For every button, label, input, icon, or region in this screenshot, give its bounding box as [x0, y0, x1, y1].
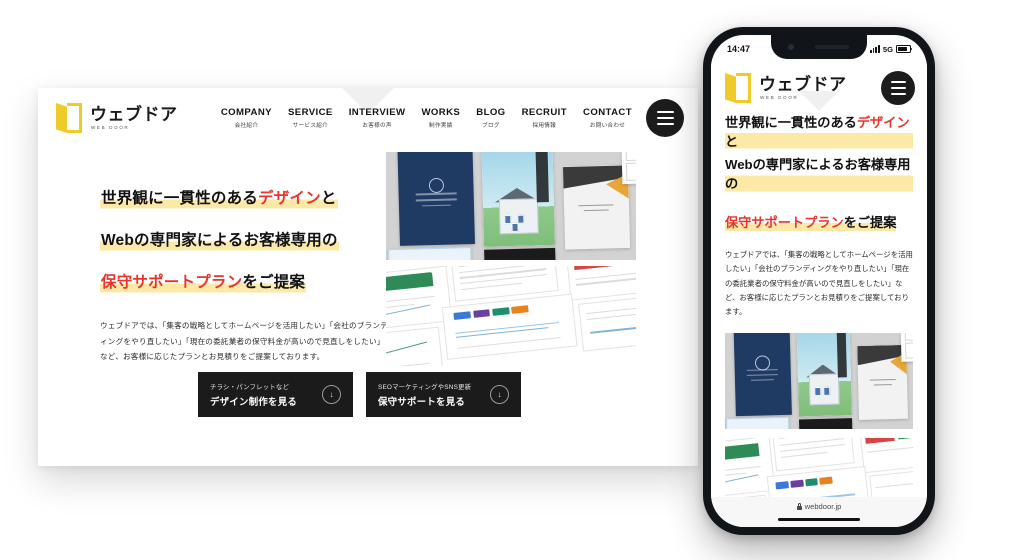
hero-text-block: 世界観に一貫性のあるデザインと Webの専門家によるお客様専用の 保守サポートプ…: [100, 174, 388, 365]
headline-text: と: [320, 190, 337, 207]
phone-notch: [771, 35, 867, 59]
headline-accent: 保守サポートプラン: [101, 274, 243, 291]
nav-item-contact[interactable]: CONTACT お問い合わせ: [583, 107, 632, 129]
mobile-page-content: ウェブドア WEB DOOR 世界観に一貫性のあるデザインと Webの専門家によ…: [711, 61, 927, 497]
hero-image-analytics: [386, 266, 636, 366]
hero-headline: 世界観に一貫性のあるデザインと Webの専門家によるお客様専用の 保守サポートプ…: [100, 174, 388, 300]
home-indicator[interactable]: [778, 518, 860, 522]
logo-brand-name: ウェブドア: [90, 104, 178, 124]
nav-label-en: CONTACT: [583, 107, 632, 118]
nav-label-en: COMPANY: [220, 107, 272, 118]
logo-tagline: WEB DOOR: [91, 124, 130, 130]
headline-line-3: 保守サポートプランをご提案: [725, 212, 897, 232]
network-type-label: 5G: [882, 44, 893, 54]
nav-item-blog[interactable]: BLOG ブログ: [476, 107, 505, 129]
nav-label-en: RECRUIT: [521, 107, 568, 118]
headline-text: をご提案: [843, 214, 897, 230]
nav-label-en: INTERVIEW: [348, 107, 406, 118]
screenshot-stage: ウェブドア WEB DOOR COMPANY 会社紹介 SERVICE サービス…: [0, 0, 1020, 560]
headline-text: 世界観に一貫性のある: [101, 190, 259, 207]
tote-bag-photo: [562, 165, 630, 251]
nav-label-jp: 採用情報: [532, 123, 557, 129]
nav-label-jp: サービス紹介: [292, 123, 329, 129]
headline-line-3: 保守サポートプランをご提案: [100, 272, 307, 294]
headline-line-1: 世界観に一貫性のあるデザインと: [725, 113, 913, 152]
nav-label-jp: ブログ: [482, 123, 500, 129]
door-logo-icon: [56, 103, 82, 133]
magazine-cover: [481, 152, 556, 247]
flyer-blue: [388, 247, 472, 260]
mobile-hero-paragraph: ウェブドアでは、「集客の戦略としてホームページを活用したい」「会社のブランディン…: [725, 249, 913, 317]
down-arrow-icon: ↓: [490, 385, 509, 404]
headline-line-2: Webの専門家によるお客様専用の: [725, 155, 913, 194]
door-logo-icon: [725, 73, 751, 103]
mobile-hero-headline: 世界観に一貫性のあるデザインと Webの専門家によるお客様専用の 保守サポートプ…: [725, 113, 913, 236]
cta-title: デザイン制作を見る: [210, 395, 298, 407]
address-bar[interactable]: webdoor.jp: [796, 502, 842, 511]
mobile-hamburger-menu-button[interactable]: [881, 71, 915, 105]
cta-design-production[interactable]: チラシ・パンフレットなど デザイン制作を見る ↓: [198, 372, 353, 417]
site-logo[interactable]: ウェブドア WEB DOOR: [56, 103, 178, 133]
headline-accent: 保守サポートプラン: [725, 214, 844, 230]
brochure-navy: [397, 152, 475, 247]
headline-line-2: Webの専門家によるお客様専用の: [100, 230, 339, 252]
earpiece-speaker-icon: [815, 45, 849, 49]
nav-item-service[interactable]: SERVICE サービス紹介: [288, 107, 333, 129]
headline-text: 世界観に一貫性のある: [725, 115, 857, 130]
status-time: 14:47: [727, 44, 751, 54]
headline-text: をご提案: [242, 274, 306, 291]
battery-icon: [896, 44, 913, 54]
cta-subtitle: チラシ・パンフレットなど: [210, 383, 290, 391]
hero-paragraph: ウェブドアでは、「集客の戦略としてホームページを活用したい」「会社のブランディン…: [100, 321, 388, 362]
nav-label-jp: 制作実績: [429, 123, 453, 129]
desktop-mockup: ウェブドア WEB DOOR COMPANY 会社紹介 SERVICE サービス…: [38, 88, 698, 466]
signal-bars-icon: [870, 45, 880, 53]
desktop-header: ウェブドア WEB DOOR COMPANY 会社紹介 SERVICE サービス…: [38, 88, 698, 148]
hamburger-menu-button[interactable]: [646, 99, 684, 137]
nav-label-en: WORKS: [421, 107, 461, 118]
nav-label-en: BLOG: [476, 107, 506, 118]
front-camera-icon: [788, 44, 794, 50]
headline-text: と: [725, 134, 739, 150]
phone-mockup: 14:47 5G ウェブドア WEB DOOR 世界観に一貫性のあるデザインと …: [703, 27, 935, 535]
mobile-image-print-collage: [725, 332, 913, 429]
nav-item-works[interactable]: WORKS 制作実績: [421, 107, 460, 129]
mobile-hero-text: 世界観に一貫性のあるデザインと Webの専門家によるお客様専用の 保守サポートプ…: [711, 105, 927, 320]
headline-accent: デザイン: [856, 115, 910, 130]
nav-item-interview[interactable]: INTERVIEW お客様の声: [349, 107, 406, 129]
headline-line-1: 世界観に一貫性のあるデザインと: [100, 188, 338, 210]
lock-icon: [796, 503, 802, 510]
mobile-header-notch-triangle: [799, 91, 839, 111]
cta-subtitle: SEOマーケティングやSNS更新: [378, 383, 472, 391]
nav-label-jp: お問い合わせ: [589, 123, 626, 129]
main-navigation: COMPANY 会社紹介 SERVICE サービス紹介 INTERVIEW お客…: [221, 107, 632, 129]
safari-bottom-bar: webdoor.jp: [711, 497, 927, 527]
phone-screen: 14:47 5G ウェブドア WEB DOOR 世界観に一貫性のあるデザインと …: [711, 35, 927, 527]
nav-label-jp: お客様の声: [362, 123, 392, 129]
cta-title: 保守サポートを見る: [378, 395, 466, 407]
down-arrow-icon: ↓: [322, 385, 341, 404]
icon-sheet: [620, 152, 636, 185]
hero-image-print-collage: [386, 152, 636, 260]
mobile-image-analytics: チラシ・パンフレットなど デザイン制作を見る ↓: [725, 437, 913, 497]
hero-cta-group: チラシ・パンフレットなど デザイン制作を見る ↓ SEOマーケティングやSNS更…: [198, 372, 521, 417]
nav-label-en: SERVICE: [287, 107, 333, 118]
nav-item-recruit[interactable]: RECRUIT 採用情報: [522, 107, 567, 129]
nav-item-company[interactable]: COMPANY 会社紹介: [221, 107, 272, 129]
url-text: webdoor.jp: [804, 502, 842, 511]
headline-accent: デザイン: [258, 190, 321, 207]
cta-maintenance-support[interactable]: SEOマーケティングやSNS更新 保守サポートを見る ↓: [366, 372, 521, 417]
flyer-dark: [484, 247, 557, 260]
nav-label-jp: 会社紹介: [234, 123, 259, 129]
